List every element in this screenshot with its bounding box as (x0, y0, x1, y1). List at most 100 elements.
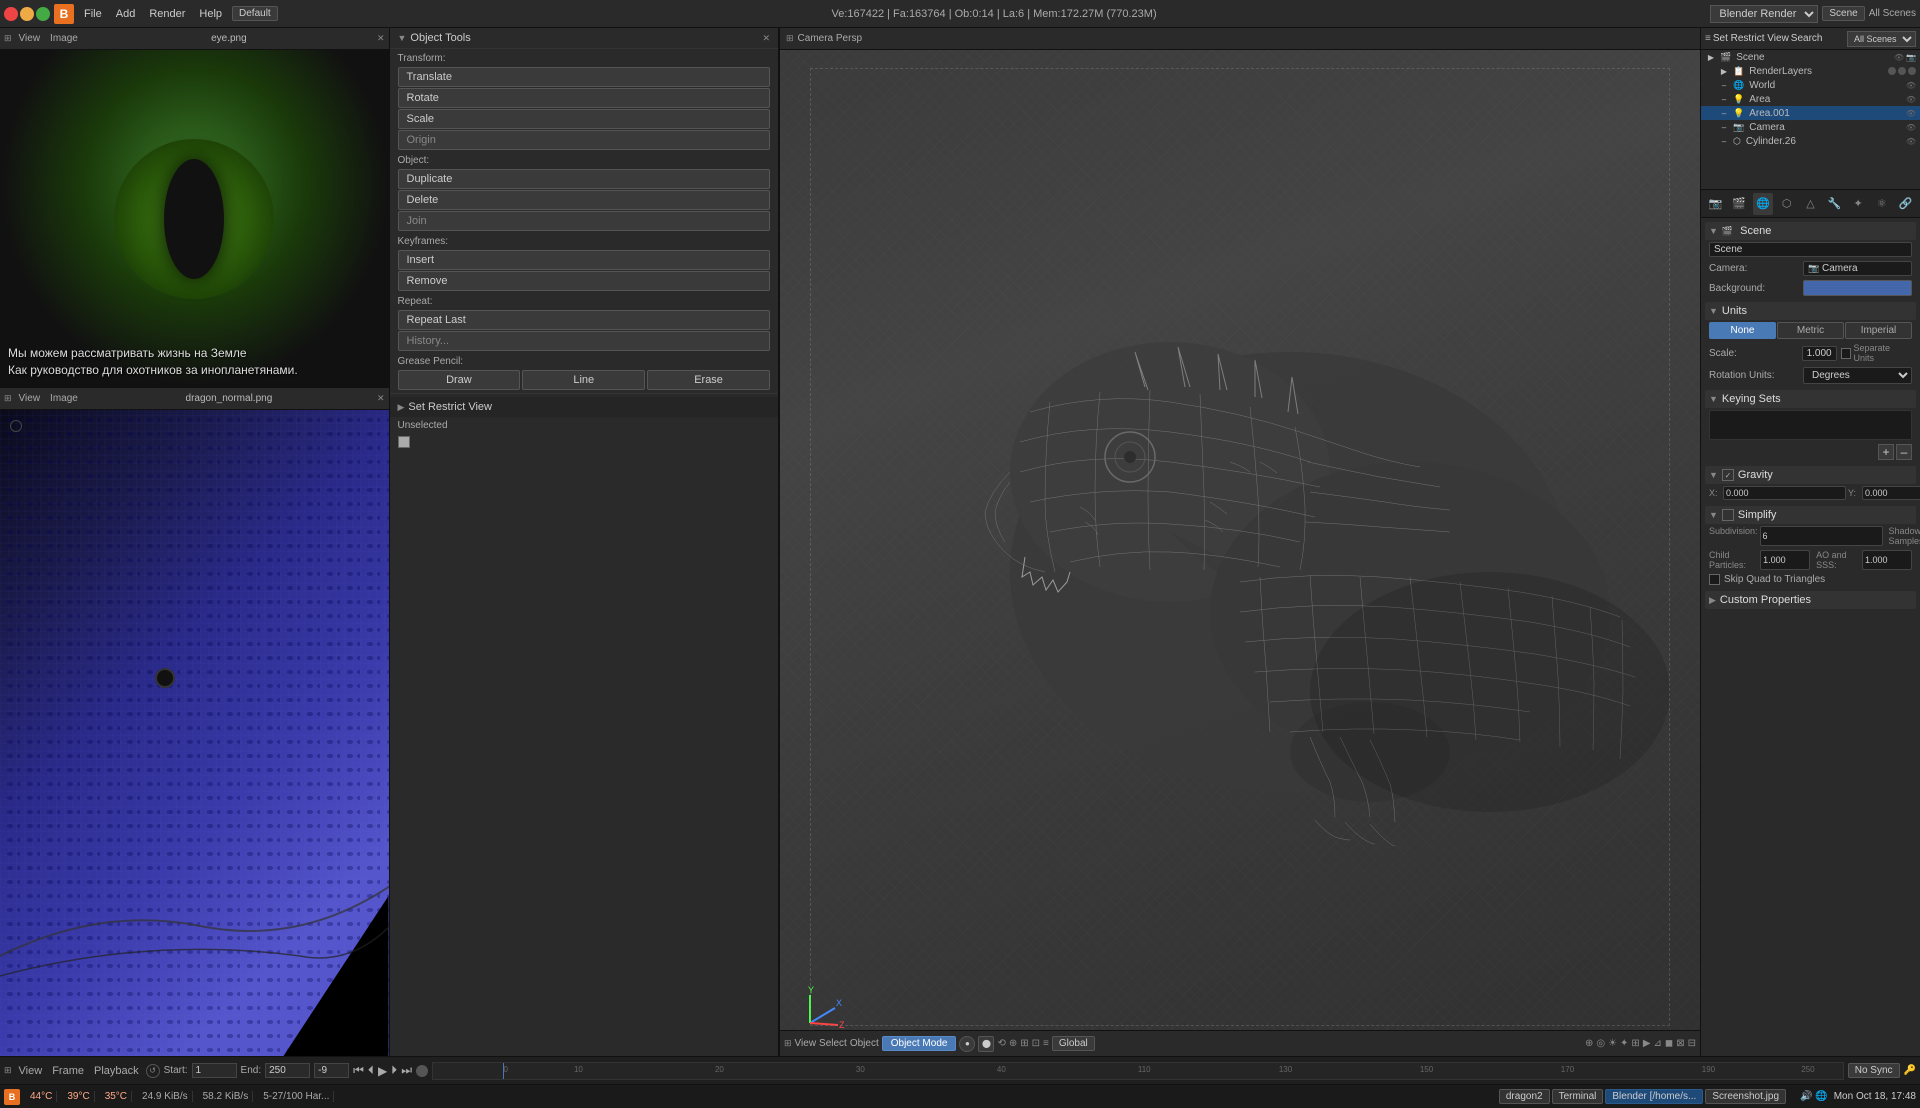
area-eye[interactable]: 👁 (1906, 95, 1916, 104)
vbt-icon3[interactable]: ⊞ (1020, 1038, 1028, 1049)
repeat-last-btn[interactable]: Repeat Last (398, 310, 771, 330)
object-menu-3d[interactable]: Object (850, 1038, 879, 1049)
outliner-renderlayers[interactable]: ▶ 📋 RenderLayers (1701, 64, 1920, 78)
image-menu-top[interactable]: Image (47, 32, 81, 45)
menu-add[interactable]: Add (110, 6, 142, 22)
prop-world-icon[interactable]: 🌐 (1753, 193, 1774, 215)
world-eye[interactable]: 👁 (1906, 81, 1916, 90)
tl-loop-icon[interactable]: ↺ (146, 1064, 160, 1078)
start-frame-input[interactable] (192, 1063, 237, 1078)
outliner-area[interactable]: – 💡 Area 👁 (1701, 92, 1920, 106)
vbt-icon5[interactable]: ≡ (1043, 1038, 1049, 1049)
vbt-right10[interactable]: ⊟ (1688, 1038, 1696, 1049)
object-mode-btn[interactable]: Object Mode (882, 1036, 957, 1051)
custom-props-header[interactable]: ▶ Custom Properties (1705, 591, 1916, 609)
layout-select[interactable]: Default (232, 6, 278, 21)
vbt-icon1[interactable]: ⟲ (997, 1038, 1005, 1049)
separate-units-checkbox[interactable] (1841, 348, 1852, 359)
view-menu-bottom[interactable]: View (16, 392, 44, 405)
blender-task[interactable]: Blender [/home/s... (1605, 1089, 1703, 1104)
ks-add-btn[interactable]: + (1878, 444, 1894, 460)
keying-sets-header[interactable]: ▼ Keying Sets (1705, 390, 1916, 408)
vbt-right1[interactable]: ⊕ (1585, 1038, 1593, 1049)
translate-btn[interactable]: Translate (398, 67, 771, 87)
subdivision-input[interactable] (1760, 526, 1883, 546)
close-top-icon[interactable]: ✕ (377, 33, 385, 44)
scale-input[interactable]: 1.000 (1802, 346, 1837, 361)
global-btn[interactable]: Global (1052, 1036, 1095, 1051)
area001-eye[interactable]: 👁 (1906, 109, 1916, 118)
vbt-right6[interactable]: ▶ (1643, 1038, 1651, 1049)
outliner-world[interactable]: – 🌐 World 👁 (1701, 78, 1920, 92)
jump-end-btn[interactable]: ⏭ (401, 1063, 412, 1078)
rotation-units-select[interactable]: Degrees Radians (1803, 367, 1912, 384)
vbt-right3[interactable]: ☀ (1608, 1038, 1617, 1049)
image-menu-bottom[interactable]: Image (47, 392, 81, 405)
prop-render-icon[interactable]: 📷 (1705, 193, 1726, 215)
view-menu-top[interactable]: View (16, 32, 44, 45)
draw-btn[interactable]: Draw (398, 370, 521, 390)
vbt-right8[interactable]: ◼ (1665, 1038, 1673, 1049)
join-btn[interactable]: Join (398, 211, 771, 231)
insert-btn[interactable]: Insert (398, 250, 771, 270)
rotate-btn[interactable]: Rotate (398, 88, 771, 108)
prev-frame-btn[interactable]: ⏴ (368, 1063, 374, 1078)
engine-select[interactable]: Blender Render Cycles Render Blender Gam… (1710, 5, 1818, 23)
delete-btn[interactable]: Delete (398, 190, 771, 210)
close-tools-icon[interactable]: ✕ (762, 33, 770, 44)
timeline-frames[interactable]: 0 10 20 30 40 110 130 150 170 190 250 (432, 1062, 1844, 1080)
jump-start-btn[interactable]: ⏮ (353, 1063, 364, 1078)
menu-help[interactable]: Help (193, 6, 228, 22)
outliner-camera[interactable]: – 📷 Camera 👁 (1701, 120, 1920, 134)
solid-mode-icon[interactable]: ⬤ (978, 1036, 994, 1052)
simplify-checkbox[interactable] (1722, 509, 1734, 521)
prop-particles-icon[interactable]: ✦ (1848, 193, 1869, 215)
outliner-scene[interactable]: ▶ 🎬 Scene 👁 📷 (1701, 50, 1920, 64)
all-scenes-select[interactable]: All Scenes (1847, 31, 1916, 47)
current-frame-input[interactable] (314, 1063, 349, 1078)
window-close-btn[interactable] (4, 7, 18, 21)
tl-frame-btn[interactable]: Frame (49, 1064, 87, 1078)
scene-render-icon[interactable]: 📷 (1906, 53, 1916, 62)
vbt-right5[interactable]: ⊞ (1631, 1038, 1639, 1049)
units-section-header[interactable]: ▼ Units (1705, 302, 1916, 320)
tl-keying-icon[interactable]: 🔑 (1904, 1065, 1916, 1076)
scene-section-header[interactable]: ▼ 🎬 Scene (1705, 222, 1916, 240)
search-btn[interactable]: Search (1791, 33, 1823, 44)
ks-remove-btn[interactable]: – (1896, 444, 1912, 460)
select-menu-3d[interactable]: Select (819, 1038, 847, 1049)
terminal-task[interactable]: Terminal (1552, 1089, 1604, 1104)
audio-toggle[interactable] (416, 1065, 428, 1077)
gravity-header[interactable]: ▼ ✓ Gravity (1705, 466, 1916, 484)
units-none-tab[interactable]: None (1709, 322, 1776, 339)
camera-eye[interactable]: 👁 (1906, 123, 1916, 132)
skip-quad-checkbox[interactable] (1709, 574, 1720, 585)
sys-icon1[interactable]: 🔊 (1800, 1091, 1812, 1102)
units-imperial-tab[interactable]: Imperial (1845, 322, 1912, 339)
origin-btn[interactable]: Origin (398, 130, 771, 150)
prop-modifier-icon[interactable]: 🔧 (1824, 193, 1845, 215)
camera-value-field[interactable]: 📷 Camera (1803, 261, 1912, 276)
line-btn[interactable]: Line (522, 370, 645, 390)
window-minimize-btn[interactable] (20, 7, 34, 21)
screenshot-task[interactable]: Screenshot.jpg (1705, 1089, 1786, 1104)
history-btn[interactable]: History... (398, 331, 771, 351)
scene-eye-icon[interactable]: 👁 (1894, 53, 1904, 62)
vbt-icon2[interactable]: ⊕ (1009, 1038, 1017, 1049)
outliner-area001[interactable]: – 💡 Area.001 👁 (1701, 106, 1920, 120)
remove-btn[interactable]: Remove (398, 271, 771, 291)
vbt-right4[interactable]: ✦ (1620, 1038, 1628, 1049)
prop-constraints-icon[interactable]: 🔗 (1895, 193, 1916, 215)
prop-mesh-icon[interactable]: △ (1800, 193, 1821, 215)
menu-file[interactable]: File (78, 6, 108, 22)
menu-render[interactable]: Render (143, 6, 191, 22)
play-btn[interactable]: ▶ (378, 1064, 387, 1078)
end-frame-input[interactable] (265, 1063, 310, 1078)
vbt-icon4[interactable]: ⊡ (1032, 1038, 1040, 1049)
vbt-right2[interactable]: ◎ (1596, 1038, 1605, 1049)
erase-btn[interactable]: Erase (647, 370, 770, 390)
3d-viewport[interactable]: ⊞ Camera Persp (780, 28, 1700, 1056)
simplify-header[interactable]: ▼ Simplify (1705, 506, 1916, 524)
view-btn[interactable]: Set Restrict View (1713, 33, 1789, 44)
units-metric-tab[interactable]: Metric (1777, 322, 1844, 339)
